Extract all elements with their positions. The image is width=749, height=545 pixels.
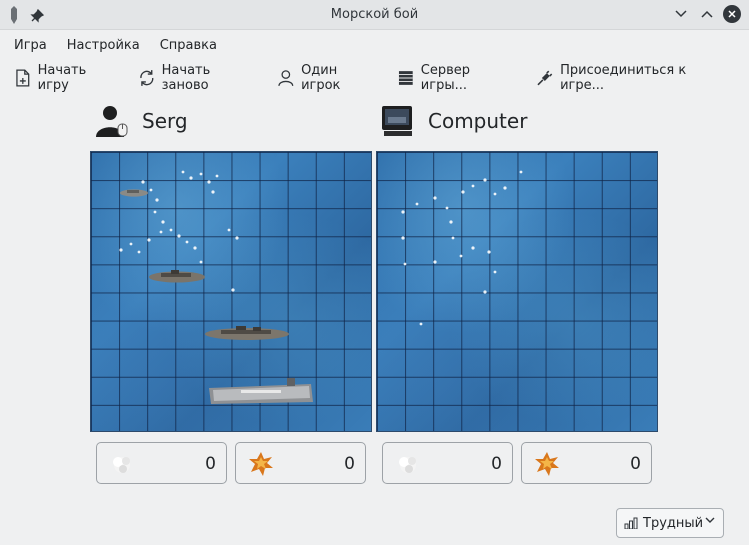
board-overlay (119, 170, 313, 404)
player1-name: Serg (142, 109, 188, 133)
close-icon (728, 10, 736, 18)
ship-medium (149, 270, 205, 283)
splash-icon (113, 457, 130, 473)
splash-icon (399, 457, 416, 473)
new-game-button[interactable]: Начать игру (14, 63, 120, 93)
ship-small (120, 189, 148, 197)
ship-carrier (209, 378, 313, 404)
single-player-button[interactable]: Один игрок (277, 63, 379, 93)
player1-misses-value: 0 (205, 454, 216, 474)
user-icon (278, 70, 294, 87)
player1-header: Serg (94, 104, 188, 138)
player2-hits-value: 0 (630, 454, 641, 474)
player2-misses-counter: 0 (382, 442, 513, 484)
game-server-button[interactable]: Сервер игры... (397, 63, 518, 93)
menu-bar: Игра Настройка Справка (0, 31, 229, 59)
ship-large (205, 326, 289, 340)
close-button[interactable] (723, 5, 741, 23)
refresh-icon (140, 70, 154, 86)
new-document-icon (16, 69, 30, 87)
player2-misses-value: 0 (491, 454, 502, 474)
explosion-icon (249, 452, 273, 476)
player2-board[interactable] (376, 151, 658, 432)
human-player-icon (96, 106, 128, 137)
difficulty-select[interactable]: Трудный (616, 508, 724, 538)
plug-icon (537, 70, 553, 86)
restart-label: Начать заново (161, 63, 211, 93)
maximize-button[interactable] (697, 4, 717, 24)
restart-button[interactable]: Начать заново (138, 63, 259, 93)
join-game-label: Присоединиться к игре... (560, 63, 687, 93)
join-game-button[interactable]: Присоединиться к игре... (536, 63, 731, 93)
single-player-label: Один игрок (301, 63, 341, 93)
menu-game[interactable]: Игра (6, 34, 55, 57)
signal-bars-icon (624, 517, 638, 529)
explosion-icon (535, 452, 559, 476)
server-icon (399, 71, 413, 85)
chevron-down-icon (705, 517, 715, 523)
minimize-button[interactable] (671, 4, 691, 24)
difficulty-value: Трудный (643, 515, 704, 531)
player2-header: Computer (380, 104, 527, 138)
menu-help[interactable]: Справка (152, 34, 225, 57)
chevron-up-icon (701, 10, 713, 18)
player1-hits-counter: 0 (235, 442, 366, 484)
title-bar: Морской бой (0, 0, 749, 30)
chevron-down-icon (675, 10, 687, 18)
board-overlay (401, 170, 523, 326)
player1-hits-value: 0 (344, 454, 355, 474)
player2-name: Computer (428, 109, 528, 133)
new-game-label: Начать игру (37, 63, 87, 93)
window-title: Морской бой (330, 7, 419, 22)
toolbar: Начать игру Начать заново Один игрок Сер… (0, 62, 749, 94)
menu-settings[interactable]: Настройка (59, 34, 148, 57)
player2-hits-counter: 0 (521, 442, 652, 484)
game-server-label: Сервер игры... (420, 63, 471, 93)
player1-board[interactable] (90, 151, 372, 432)
player1-misses-counter: 0 (96, 442, 227, 484)
computer-player-icon (382, 106, 412, 136)
